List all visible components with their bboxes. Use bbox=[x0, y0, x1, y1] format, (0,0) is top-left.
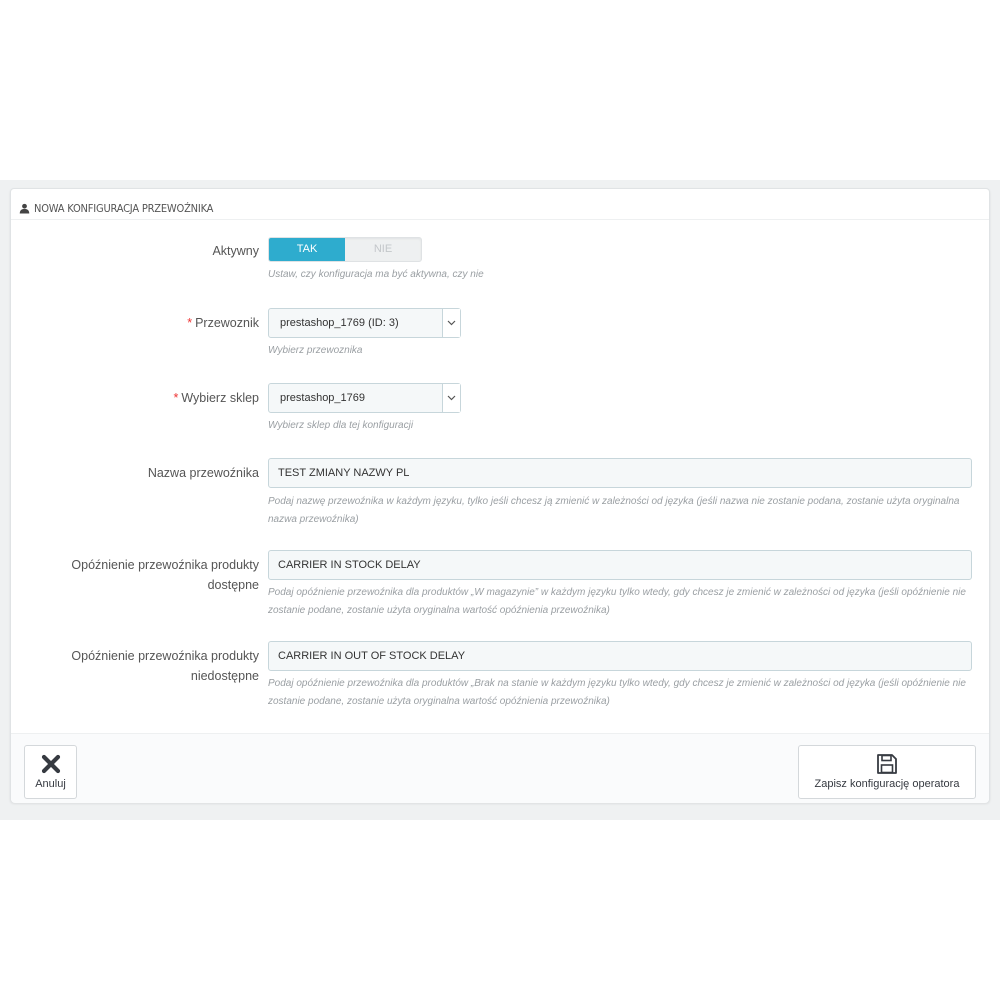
save-icon bbox=[877, 754, 897, 774]
carrier-select-value: prestashop_1769 (ID: 3) bbox=[280, 317, 399, 329]
delay-in-stock-label-line2: dostępne bbox=[207, 578, 259, 592]
carrier-help: Wybierz przewoznika bbox=[268, 345, 363, 356]
chevron-down-icon[interactable] bbox=[442, 309, 460, 337]
delay-out-of-stock-label-line1: Opóźnienie przewoźnika produkty bbox=[71, 649, 259, 663]
toggle-yes[interactable]: TAK bbox=[269, 238, 345, 261]
cancel-button[interactable]: Anuluj bbox=[24, 745, 77, 799]
delay-in-stock-input[interactable]: CARRIER IN STOCK DELAY bbox=[268, 550, 972, 580]
delay-out-of-stock-label: Opóźnienie przewoźnika produkty niedostę… bbox=[71, 646, 259, 686]
active-label: Aktywny bbox=[212, 244, 259, 258]
delay-out-of-stock-label-line2: niedostępne bbox=[190, 669, 259, 683]
chevron-down-icon[interactable] bbox=[442, 384, 460, 412]
carrier-name-help: Podaj nazwę przewoźnika w każdym języku,… bbox=[268, 496, 960, 525]
active-toggle[interactable]: TAK NIE bbox=[268, 237, 422, 262]
cancel-button-label: Anuluj bbox=[35, 778, 66, 790]
user-icon bbox=[19, 203, 30, 214]
carrier-label-text: Przewoznik bbox=[195, 316, 259, 330]
required-mark: * bbox=[187, 316, 193, 330]
shop-select[interactable]: prestashop_1769 bbox=[268, 383, 461, 413]
shop-label: * Wybierz sklep bbox=[173, 388, 259, 408]
delay-in-stock-help: Podaj opóźnienie przewoźnika dla produkt… bbox=[268, 587, 966, 616]
delay-in-stock-label: Opóźnienie przewoźnika produkty dostępne bbox=[71, 555, 259, 595]
carrier-select[interactable]: prestashop_1769 (ID: 3) bbox=[268, 308, 461, 338]
delay-out-of-stock-input[interactable]: CARRIER IN OUT OF STOCK DELAY bbox=[268, 641, 972, 671]
active-help: Ustaw, czy konfiguracja ma być aktywna, … bbox=[268, 269, 484, 280]
panel-title: NOWA KONFIGURACJA PRZEWOŹNIKA bbox=[34, 201, 214, 215]
required-mark: * bbox=[173, 391, 179, 405]
carrier-label: * Przewoznik bbox=[187, 313, 259, 333]
carrier-config-panel: NOWA KONFIGURACJA PRZEWOŹNIKA Aktywny TA… bbox=[10, 188, 990, 803]
toggle-no[interactable]: NIE bbox=[345, 238, 421, 261]
panel-footer: Anuluj Zapisz konfigurację operatora bbox=[11, 733, 989, 803]
close-icon bbox=[41, 754, 60, 774]
save-button[interactable]: Zapisz konfigurację operatora bbox=[798, 745, 976, 799]
shop-select-value: prestashop_1769 bbox=[280, 392, 366, 404]
shop-help: Wybierz sklep dla tej konfiguracji bbox=[268, 420, 414, 431]
carrier-name-input[interactable]: TEST ZMIANY NAZWY PL bbox=[268, 458, 972, 488]
delay-in-stock-label-line1: Opóźnienie przewoźnika produkty bbox=[71, 558, 259, 572]
delay-out-of-stock-help: Podaj opóźnienie przewoźnika dla produkt… bbox=[268, 678, 966, 707]
shop-label-text: Wybierz sklep bbox=[181, 391, 259, 405]
carrier-name-label: Nazwa przewoźnika bbox=[147, 466, 259, 480]
save-button-label: Zapisz konfigurację operatora bbox=[814, 778, 960, 790]
panel-heading: NOWA KONFIGURACJA PRZEWOŹNIKA bbox=[11, 189, 989, 220]
